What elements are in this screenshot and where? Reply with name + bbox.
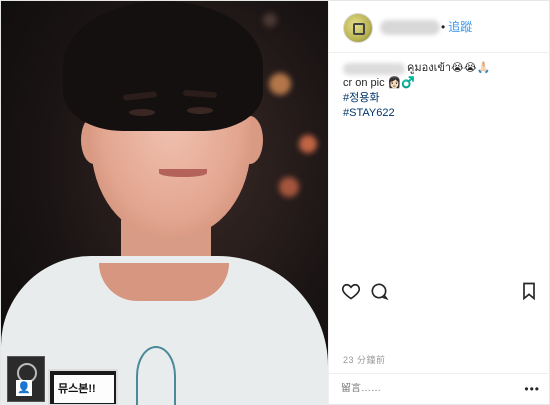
caption-line: คูมองเข้า 😭😭🙏🏻: [343, 61, 543, 76]
comment-bar: •••: [329, 373, 550, 405]
post-details-panel: • 追蹤 คูมองเข้า 😭😭🙏🏻 cr on pic 👩🏻‍♂ #정용화 #…: [328, 1, 550, 405]
caption-emoji: 👩🏻‍♂: [387, 77, 416, 89]
hair: [63, 1, 263, 131]
sticker-text: 뮤스본!!: [54, 375, 114, 403]
comment-icon: [371, 283, 389, 301]
eye: [129, 109, 155, 116]
watermark-badge: 👤: [7, 356, 45, 402]
avatar-logo-icon: [353, 23, 365, 35]
mouth: [159, 169, 207, 177]
comment-input[interactable]: [341, 383, 511, 394]
username-blurred[interactable]: [380, 20, 440, 35]
caption-text: cr on pic: [343, 77, 385, 89]
like-button[interactable]: [341, 281, 361, 301]
hashtag-link[interactable]: #STAY622: [343, 106, 395, 121]
bokeh-light: [279, 177, 299, 197]
follow-separator: •: [441, 20, 446, 34]
bokeh-light: [299, 135, 317, 153]
follow-label: 追蹤: [448, 20, 473, 34]
bookmark-icon: [523, 282, 535, 301]
caption: คูมองเข้า 😭😭🙏🏻 cr on pic 👩🏻‍♂ #정용화 #STAY…: [343, 61, 543, 121]
comment-button[interactable]: [369, 281, 389, 301]
hashtag-link[interactable]: #정용화: [343, 91, 379, 106]
more-options-button[interactable]: •••: [524, 382, 540, 396]
watermark-sticker: 뮤스본!!: [48, 369, 118, 405]
hashtag-row: #STAY622: [343, 106, 543, 121]
bokeh-light: [269, 73, 291, 95]
caption-username-blurred[interactable]: [343, 62, 405, 75]
person-icon: 👤: [16, 380, 32, 396]
caption-line: cr on pic 👩🏻‍♂: [343, 76, 543, 91]
follow-button[interactable]: • 追蹤: [441, 18, 472, 35]
save-button[interactable]: [519, 281, 539, 301]
post-photo[interactable]: 👤 뮤스본!!: [1, 1, 328, 405]
action-bar: [341, 281, 541, 305]
bokeh-light: [263, 13, 277, 27]
eye: [187, 107, 213, 114]
instagram-post: 👤 뮤스본!! • 追蹤 คูมองเข้า 😭😭🙏🏻 cr on pic 👩🏻‍: [0, 0, 550, 405]
shirt-print: [136, 346, 176, 405]
caption-text: คูมองเข้า: [407, 62, 452, 74]
heart-icon: [341, 283, 361, 300]
avatar[interactable]: [343, 13, 373, 43]
hashtag-row: #정용화: [343, 91, 543, 106]
timestamp: 23 分鐘前: [343, 355, 386, 365]
collar: [99, 263, 229, 301]
post-header: • 追蹤: [329, 1, 550, 53]
caption-emoji: 😭😭🙏🏻: [451, 62, 491, 74]
